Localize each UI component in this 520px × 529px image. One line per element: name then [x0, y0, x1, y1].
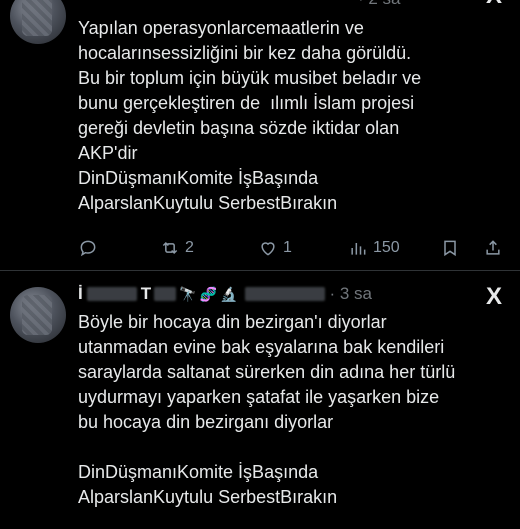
hashtag-line[interactable]: AlparslanKuytulu SerbestBırakın: [78, 485, 508, 510]
views-icon: [351, 243, 366, 255]
tweet-text-line: bunu gerçekleştiren de ılımlı İslam proj…: [78, 93, 415, 113]
author-name-part[interactable]: T: [141, 284, 151, 304]
tweet-2[interactable]: İ T 🔭 🧬 🔬 · 3 sa X Böyle bir hocaya din …: [0, 273, 520, 529]
share-button[interactable]: [483, 238, 503, 258]
tweet-body: Yapılan operasyonlarcemaatlerin ve hocal…: [78, 16, 508, 216]
retweet-icon: [162, 241, 178, 255]
bookmark-button[interactable]: [440, 238, 460, 258]
avatar[interactable]: [10, 287, 66, 343]
divider: [0, 270, 520, 271]
retweet-button[interactable]: 2: [160, 238, 194, 258]
bookmark-icon: [444, 240, 456, 257]
hashtag-line[interactable]: AlparslanKuytulu SerbestBırakın: [78, 191, 508, 216]
retweet-count: 2: [185, 239, 194, 256]
reply-button[interactable]: [78, 238, 98, 258]
redacted-handle: [245, 287, 326, 301]
tweet-text-line: utanmadan evine bak eşyalarına bak kendi…: [78, 337, 445, 357]
screenshot-frame: · 2 sa X Yapılan operasyonlarcemaatlerin…: [0, 0, 520, 529]
views-count: 150: [373, 239, 400, 256]
redacted-name: [154, 287, 177, 301]
tweet-body: Böyle bir hocaya din bezirgan'ı diyorlar…: [78, 310, 508, 510]
tweet-text-line: saraylarda saltanat sürerken din adına h…: [78, 362, 456, 382]
x-logo-icon[interactable]: X: [486, 0, 502, 10]
tweet-text-line: AKP'dir: [78, 143, 138, 163]
tweet-text-line: Yapılan operasyonlarcemaatlerin ve: [78, 18, 364, 38]
views-button[interactable]: 150: [348, 238, 400, 258]
author-name-initial[interactable]: İ: [78, 284, 83, 304]
like-count: 1: [283, 239, 292, 256]
tweet-time[interactable]: · 2 sa: [358, 0, 401, 9]
tweet-time[interactable]: · 3 sa: [329, 284, 372, 304]
tweet-text-line: gereği devletin başına sözde iktidar ola…: [78, 118, 400, 138]
avatar[interactable]: [10, 0, 66, 44]
hashtag-line[interactable]: DinDüşmanıKomite İşBaşında: [78, 166, 508, 191]
tweet-text-line: hocalarınsessizliğini bir kez daha görül…: [78, 43, 412, 63]
tweet-header: · 2 sa: [78, 0, 401, 10]
tweet-1[interactable]: · 2 sa X Yapılan operasyonlarcemaatlerin…: [0, 0, 520, 270]
tweet-text-line: uydurmayı yaparken şatafat ile yaşarken …: [78, 387, 440, 407]
x-logo-icon[interactable]: X: [486, 283, 502, 311]
dna-icon: 🧬: [199, 285, 217, 302]
heart-icon: [261, 242, 275, 256]
telescope-icon: 🔭: [179, 285, 197, 302]
microscope-icon: 🔬: [220, 285, 238, 302]
like-button[interactable]: 1: [258, 238, 292, 258]
reply-icon: [80, 240, 96, 257]
redacted-name: [86, 287, 137, 301]
tweet-actions: 2 1 150: [78, 238, 503, 262]
share-icon: [486, 240, 500, 255]
tweet-text-line: bu hocaya din bezirganı diyorlar: [78, 412, 334, 432]
tweet-text-line: Bu bir toplum için büyük musibet beladır…: [78, 68, 422, 88]
tweet-header: İ T 🔭 🧬 🔬 · 3 sa: [78, 283, 372, 305]
hashtag-line[interactable]: DinDüşmanıKomite İşBaşında: [78, 460, 508, 485]
tweet-text-line: Böyle bir hocaya din bezirgan'ı diyorlar: [78, 312, 387, 332]
